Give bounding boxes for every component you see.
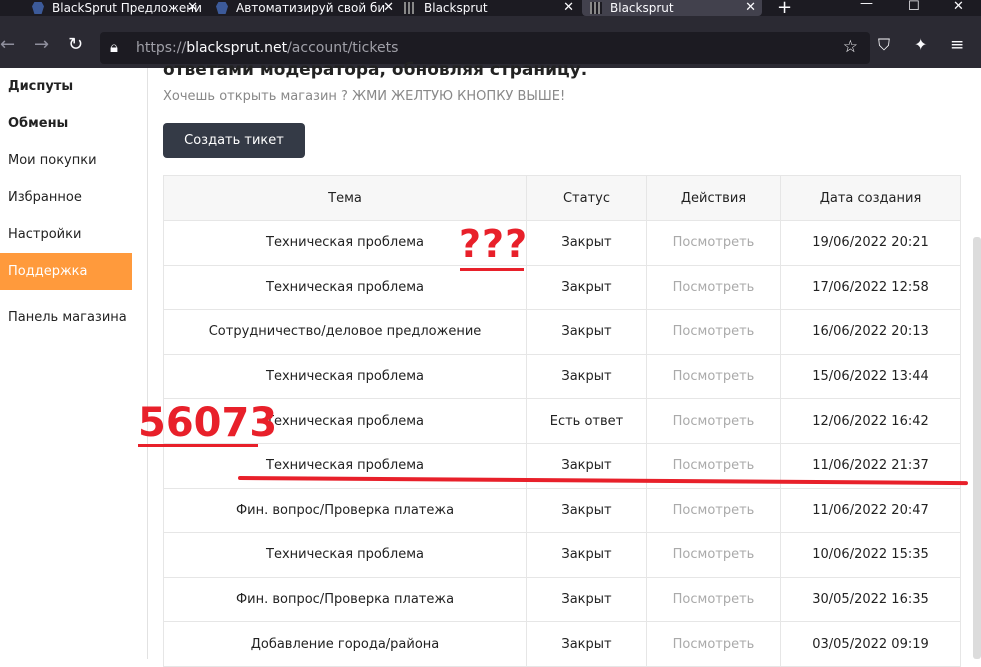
ticket-date: 10/06/2022 15:35 bbox=[780, 532, 961, 578]
ticket-date: 15/06/2022 13:44 bbox=[780, 353, 961, 400]
ticket-topic: Техническая проблема bbox=[163, 353, 527, 400]
browser-tab[interactable]: Автоматизируй свой би ✕ bbox=[208, 0, 400, 16]
column-header-actions: Действия bbox=[646, 175, 781, 221]
view-ticket-link[interactable]: Посмотреть bbox=[646, 487, 781, 534]
shop-hint-text: Хочешь открыть магазин ? ЖМИ ЖЕЛТУЮ КНОП… bbox=[163, 89, 566, 104]
view-ticket-link[interactable]: Посмотреть bbox=[646, 576, 781, 623]
view-ticket-link[interactable]: Посмотреть bbox=[646, 353, 781, 400]
close-tab-icon[interactable]: ✕ bbox=[745, 0, 756, 15]
table-row: Техническая проблема Закрыт Посмотреть 1… bbox=[163, 353, 961, 400]
site-favicon-icon bbox=[590, 2, 602, 14]
ticket-status: Закрыт bbox=[526, 532, 647, 578]
browser-tab[interactable]: BlackSprut Предложени ✕ bbox=[24, 0, 204, 16]
table-row: Фин. вопрос/Проверка платежа Закрыт Посм… bbox=[163, 487, 961, 534]
sidebar-item-support[interactable]: Поддержка bbox=[0, 253, 132, 290]
page-heading: ответами модератора, обновляя страницу. bbox=[163, 60, 588, 80]
view-ticket-link[interactable]: Посмотреть bbox=[646, 220, 781, 266]
maximize-icon[interactable]: ☐ bbox=[908, 0, 920, 14]
sidebar-item-exchanges[interactable]: Обмены bbox=[0, 105, 132, 142]
ticket-status: Есть ответ bbox=[526, 398, 647, 444]
extensions-icon[interactable]: ✦ bbox=[914, 36, 927, 54]
ticket-topic: Добавление города/района bbox=[163, 621, 527, 667]
close-tab-icon[interactable]: ✕ bbox=[383, 0, 394, 15]
column-header-date: Дата создания bbox=[780, 175, 961, 221]
ticket-date: 30/05/2022 16:35 bbox=[780, 576, 961, 623]
close-window-icon[interactable]: ✕ bbox=[953, 0, 964, 14]
bookmark-star-icon[interactable]: ☆ bbox=[843, 37, 858, 57]
table-row: Фин. вопрос/Проверка платежа Закрыт Посм… bbox=[163, 576, 961, 623]
table-row: Добавление города/района Закрыт Посмотре… bbox=[163, 621, 961, 667]
view-ticket-link[interactable]: Посмотреть bbox=[646, 532, 781, 578]
site-favicon-icon bbox=[32, 2, 44, 14]
ticket-date: 19/06/2022 20:21 bbox=[780, 220, 961, 266]
table-header-row: Тема Статус Действия Дата создания bbox=[163, 175, 961, 221]
ticket-status: Закрыт bbox=[526, 220, 647, 266]
url-text[interactable]: https://blacksprut.net/account/tickets bbox=[136, 40, 398, 56]
ticket-status: Закрыт bbox=[526, 353, 647, 400]
annotation-number: 56073 bbox=[138, 400, 278, 446]
sidebar-item-purchases[interactable]: Мои покупки bbox=[0, 142, 132, 179]
lock-icon[interactable]: 🔒︎ bbox=[110, 38, 118, 56]
create-ticket-button[interactable]: Создать тикет bbox=[163, 123, 305, 158]
close-tab-icon[interactable]: ✕ bbox=[563, 0, 574, 15]
page-scrollbar[interactable] bbox=[973, 237, 981, 659]
shield-icon[interactable]: ⛉ bbox=[878, 36, 890, 54]
ticket-date: 17/06/2022 12:58 bbox=[780, 264, 961, 311]
column-header-status: Статус bbox=[526, 175, 647, 221]
minimize-icon[interactable]: — bbox=[860, 0, 873, 11]
site-favicon-icon bbox=[216, 2, 228, 14]
url-host: blacksprut.net bbox=[186, 40, 288, 56]
annotation-underline bbox=[138, 444, 258, 447]
sidebar-item-disputes[interactable]: Диспуты bbox=[0, 68, 132, 105]
ticket-status: Закрыт bbox=[526, 309, 647, 355]
table-row: Техническая проблема Закрыт Посмотреть 1… bbox=[163, 264, 961, 311]
view-ticket-link[interactable]: Посмотреть bbox=[646, 621, 781, 667]
back-icon[interactable]: ← bbox=[0, 36, 15, 54]
browser-tab-active[interactable]: Blacksprut ✕ bbox=[582, 0, 762, 16]
table-row: Техническая проблема Закрыт Посмотреть 1… bbox=[163, 532, 961, 578]
close-tab-icon[interactable]: ✕ bbox=[187, 0, 198, 15]
sidebar-item-favorites[interactable]: Избранное bbox=[0, 179, 132, 216]
sidebar-item-shop-panel[interactable]: Панель магазина bbox=[0, 299, 132, 336]
browser-tab-bar: BlackSprut Предложени ✕ Автоматизируй св… bbox=[0, 0, 981, 18]
ticket-topic: Фин. вопрос/Проверка платежа bbox=[163, 487, 527, 534]
table-row: Техническая проблема Закрыт Посмотреть 1… bbox=[163, 220, 961, 266]
annotation-question-marks: ??? bbox=[459, 222, 529, 266]
view-ticket-link[interactable]: Посмотреть bbox=[646, 398, 781, 444]
sidebar-item-settings[interactable]: Настройки bbox=[0, 216, 132, 253]
ticket-topic: Фин. вопрос/Проверка платежа bbox=[163, 576, 527, 623]
menu-icon[interactable]: ≡ bbox=[950, 36, 964, 54]
tab-title: Автоматизируй свой би bbox=[236, 1, 386, 15]
reload-icon[interactable]: ↻ bbox=[68, 36, 83, 54]
table-row: Сотрудничество/деловое предложение Закры… bbox=[163, 309, 961, 355]
ticket-topic: Техническая проблема bbox=[163, 532, 527, 578]
tab-title: Blacksprut bbox=[610, 1, 674, 15]
forward-icon[interactable]: → bbox=[34, 36, 49, 54]
ticket-date: 12/06/2022 16:42 bbox=[780, 398, 961, 444]
ticket-date: 03/05/2022 09:19 bbox=[780, 621, 961, 667]
ticket-status: Закрыт bbox=[526, 621, 647, 667]
site-favicon-icon bbox=[404, 2, 416, 14]
ticket-date: 16/06/2022 20:13 bbox=[780, 309, 961, 355]
column-header-topic: Тема bbox=[163, 175, 527, 221]
ticket-date: 11/06/2022 20:47 bbox=[780, 487, 961, 534]
account-sidebar: Диспуты Обмены Мои покупки Избранное Нас… bbox=[0, 68, 148, 659]
ticket-status: Закрыт bbox=[526, 576, 647, 623]
browser-tab[interactable]: Blacksprut ✕ bbox=[396, 0, 580, 16]
view-ticket-link[interactable]: Посмотреть bbox=[646, 264, 781, 311]
annotation-underline bbox=[460, 268, 524, 271]
ticket-status: Закрыт bbox=[526, 264, 647, 311]
table-row: Техническая проблема Есть ответ Посмотре… bbox=[163, 398, 961, 444]
ticket-topic: Техническая проблема bbox=[163, 264, 527, 311]
view-ticket-link[interactable]: Посмотреть bbox=[646, 309, 781, 355]
ticket-topic: Сотрудничество/деловое предложение bbox=[163, 309, 527, 355]
url-prefix: https:// bbox=[136, 40, 187, 56]
tab-title: BlackSprut Предложени bbox=[52, 1, 202, 15]
ticket-status: Закрыт bbox=[526, 487, 647, 534]
tab-title: Blacksprut bbox=[424, 1, 488, 15]
tickets-table: Тема Статус Действия Дата создания Техни… bbox=[163, 175, 961, 667]
url-path: /account/tickets bbox=[287, 40, 399, 56]
